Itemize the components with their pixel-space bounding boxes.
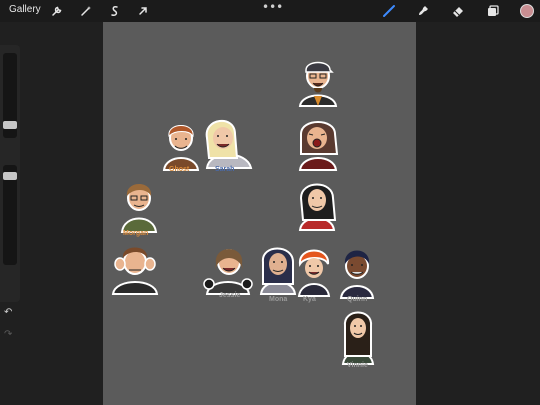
character-sticker-morgan xyxy=(120,184,158,233)
redo-icon[interactable]: ↷ xyxy=(4,329,12,340)
left-sidebar: ↶ ↷ xyxy=(0,45,20,340)
character-sticker-vinnie xyxy=(341,311,375,365)
layers-icon[interactable] xyxy=(485,3,501,19)
character-sticker-jessie xyxy=(203,249,253,295)
wrench-icon[interactable] xyxy=(49,3,65,19)
character-sticker-kya xyxy=(297,249,331,297)
magic-wand-icon[interactable] xyxy=(78,3,94,19)
character-sticker-mona xyxy=(259,247,297,295)
sticker-name-label: Mona xyxy=(269,296,288,303)
character-sticker xyxy=(298,121,339,171)
character-sticker-ghost xyxy=(162,125,200,171)
top-toolbar: Gallery ••• xyxy=(0,0,540,22)
sticker-name-label: Ghost xyxy=(169,166,190,173)
sticker-name-label: Quinn xyxy=(347,296,368,303)
sticker-name-label: Kya xyxy=(303,296,316,303)
color-swatch-button[interactable] xyxy=(520,4,534,18)
character-sticker-quinn xyxy=(339,250,375,299)
drawing-canvas[interactable]: Ghost Sarah Morgan Jessie Mona Kya Quinn… xyxy=(103,22,416,405)
eraser-icon[interactable] xyxy=(450,3,466,19)
character-sticker-sarah xyxy=(205,119,253,169)
undo-icon[interactable]: ↶ xyxy=(4,307,12,318)
brush-size-thumb[interactable] xyxy=(3,121,17,129)
sticker-name-label: Jessie xyxy=(219,292,241,299)
selection-icon[interactable] xyxy=(107,3,123,19)
transform-arrow-icon[interactable] xyxy=(135,3,151,19)
opacity-thumb[interactable] xyxy=(3,172,17,180)
brush-icon[interactable] xyxy=(381,3,397,19)
character-sticker xyxy=(298,61,338,107)
gallery-button[interactable]: Gallery xyxy=(9,4,41,15)
character-sticker xyxy=(298,183,337,231)
sticker-name-label: Vinnie xyxy=(347,362,368,369)
sticker-name-label: Morgan xyxy=(123,230,149,237)
more-options-button[interactable]: ••• xyxy=(262,0,283,14)
opacity-slider[interactable] xyxy=(3,165,17,265)
smudge-icon[interactable] xyxy=(415,3,431,19)
sticker-name-label: Sarah xyxy=(215,166,235,173)
character-sticker xyxy=(111,247,159,295)
